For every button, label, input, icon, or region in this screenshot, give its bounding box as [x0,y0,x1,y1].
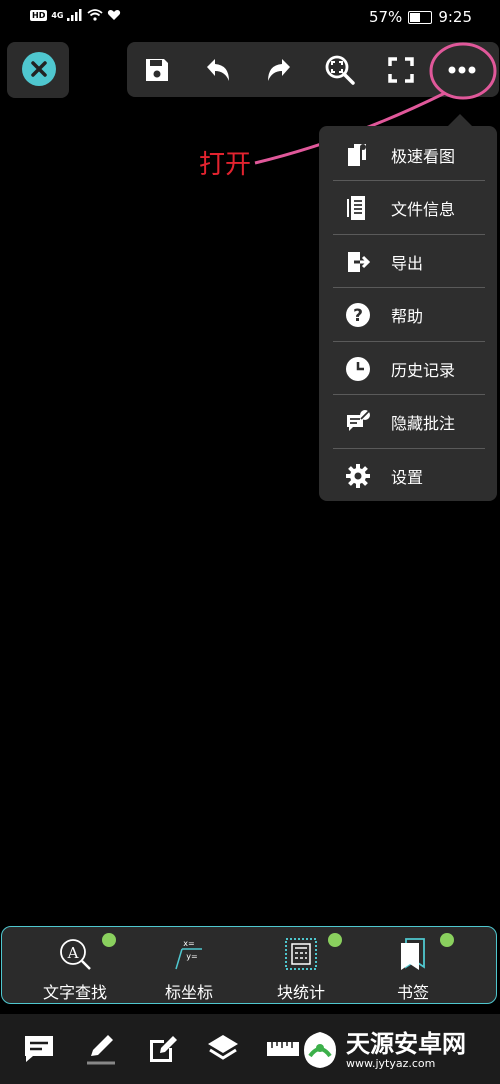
clock-badge [102,933,116,947]
highlight-circle [429,42,497,100]
feature-label: 文字查找 [42,983,107,1002]
menu-item-file-info[interactable]: 文件信息 [333,181,485,234]
menu-caret [448,114,472,126]
pen-icon[interactable] [84,1032,118,1066]
layers-icon[interactable] [206,1032,240,1066]
svg-text:y=: y= [186,952,197,961]
ruler-icon[interactable] [266,1032,300,1066]
settings-icon [345,463,371,489]
feature-text-search[interactable]: A 文字查找 [20,931,130,1002]
annotation-label: 打开 [199,150,252,180]
watermark-title: 天源安卓网 [346,1029,466,1058]
menu-item-label: 设置 [391,467,424,487]
feature-bar: A 文字查找 x= y= 标坐标 块统计 书签 [1,926,497,1004]
text-search-icon: A [60,939,91,970]
menu-item-label: 极速看图 [391,146,456,166]
menu-item-label: 历史记录 [391,360,456,380]
feature-block-stats[interactable]: 块统计 [246,931,356,1002]
menu-item-label: 文件信息 [391,199,456,219]
svg-text:x=: x= [183,939,194,948]
clock-badge [328,933,342,947]
menu-item-history[interactable]: 历史记录 [333,342,485,395]
menu-item-label: 帮助 [391,306,424,326]
watermark-text: 天源安卓网 www.jytyaz.com [346,1031,466,1070]
menu-item-label: 隐藏批注 [391,413,456,433]
watermark-logo-icon [304,1032,336,1068]
feature-label: 标坐标 [164,983,213,1002]
hide-annotation-icon [345,409,371,435]
feature-bookmark[interactable]: 书签 [358,931,468,1002]
menu-item-export[interactable]: 导出 [333,235,485,288]
svg-text:A: A [67,944,79,962]
help-icon: ? [345,302,371,328]
watermark: 天源安卓网 www.jytyaz.com [300,1030,466,1070]
svg-text:?: ? [353,306,363,326]
block-stats-icon [285,938,317,970]
history-icon [345,356,371,382]
feature-coordinate[interactable]: x= y= 标坐标 [134,931,244,1002]
more-menu: 极速看图 文件信息 导出 ? 帮助 历史记录 隐藏批注 设置 [319,126,497,501]
coordinate-icon: x= y= [175,939,202,970]
menu-item-fast-view[interactable]: 极速看图 [333,128,485,181]
watermark-url: www.jytyaz.com [346,1056,436,1070]
clock-badge [440,933,454,947]
bookmark-icon [401,938,425,970]
comment-icon[interactable] [22,1032,56,1066]
feature-label: 块统计 [276,983,325,1002]
feature-label: 书签 [396,983,429,1002]
menu-item-label: 导出 [391,253,424,273]
fast-view-icon [345,142,371,168]
menu-item-help[interactable]: ? 帮助 [333,288,485,341]
menu-item-settings[interactable]: 设置 [333,449,485,502]
edit-icon[interactable] [146,1032,180,1066]
file-info-icon [345,195,371,221]
menu-item-hide-annotation[interactable]: 隐藏批注 [333,395,485,448]
export-icon [345,249,371,275]
